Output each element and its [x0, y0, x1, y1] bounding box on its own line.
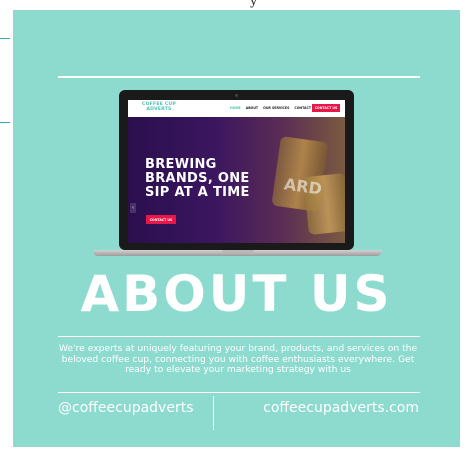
website-link[interactable]: coffeecupadverts.com [263, 400, 419, 416]
nav-link-contact[interactable]: CONTACT [294, 106, 311, 110]
camera-icon [235, 94, 238, 97]
nav-contact-button[interactable]: CONTACT US [312, 104, 340, 112]
hero-headline: BREWING BRANDS, ONE SIP AT A TIME [145, 157, 250, 200]
footer-vertical-divider [213, 396, 214, 430]
nav-link-home[interactable]: HOME [230, 106, 241, 110]
background-mark [0, 38, 10, 39]
about-us-card: COFFEE CUP ADVERTS HOME ABOUT OUR SERVIC… [13, 10, 460, 447]
social-handle[interactable]: @coffeecupadverts [58, 400, 194, 416]
nav-link-about[interactable]: ABOUT [246, 106, 258, 110]
about-description: We're experts at uniquely featuring your… [58, 343, 418, 375]
website-logo[interactable]: COFFEE CUP ADVERTS [142, 102, 176, 112]
laptop-screen-frame: COFFEE CUP ADVERTS HOME ABOUT OUR SERVIC… [119, 90, 354, 250]
website-nav-links: HOME ABOUT OUR SERVICES CONTACT [230, 106, 311, 110]
nav-link-services[interactable]: OUR SERVICES [263, 106, 289, 110]
laptop-notch [222, 250, 254, 253]
website-hero: ARD ‹ BREWING BRANDS, ONE SIP AT A TIME … [128, 117, 345, 243]
top-divider [58, 76, 420, 78]
background-mark [0, 122, 10, 123]
footer-divider [58, 392, 420, 393]
hero-contact-button[interactable]: CONTACT US [146, 215, 176, 224]
website-navbar: COFFEE CUP ADVERTS HOME ABOUT OUR SERVIC… [128, 100, 345, 117]
laptop-screen: COFFEE CUP ADVERTS HOME ABOUT OUR SERVIC… [128, 100, 345, 243]
chevron-left-icon[interactable]: ‹ [130, 203, 136, 213]
logo-line-2: ADVERTS [146, 107, 172, 112]
middle-divider [58, 336, 420, 337]
background-text-fragment: y [250, 0, 258, 9]
about-title: ABOUT US [80, 265, 393, 323]
laptop-base [93, 250, 382, 256]
